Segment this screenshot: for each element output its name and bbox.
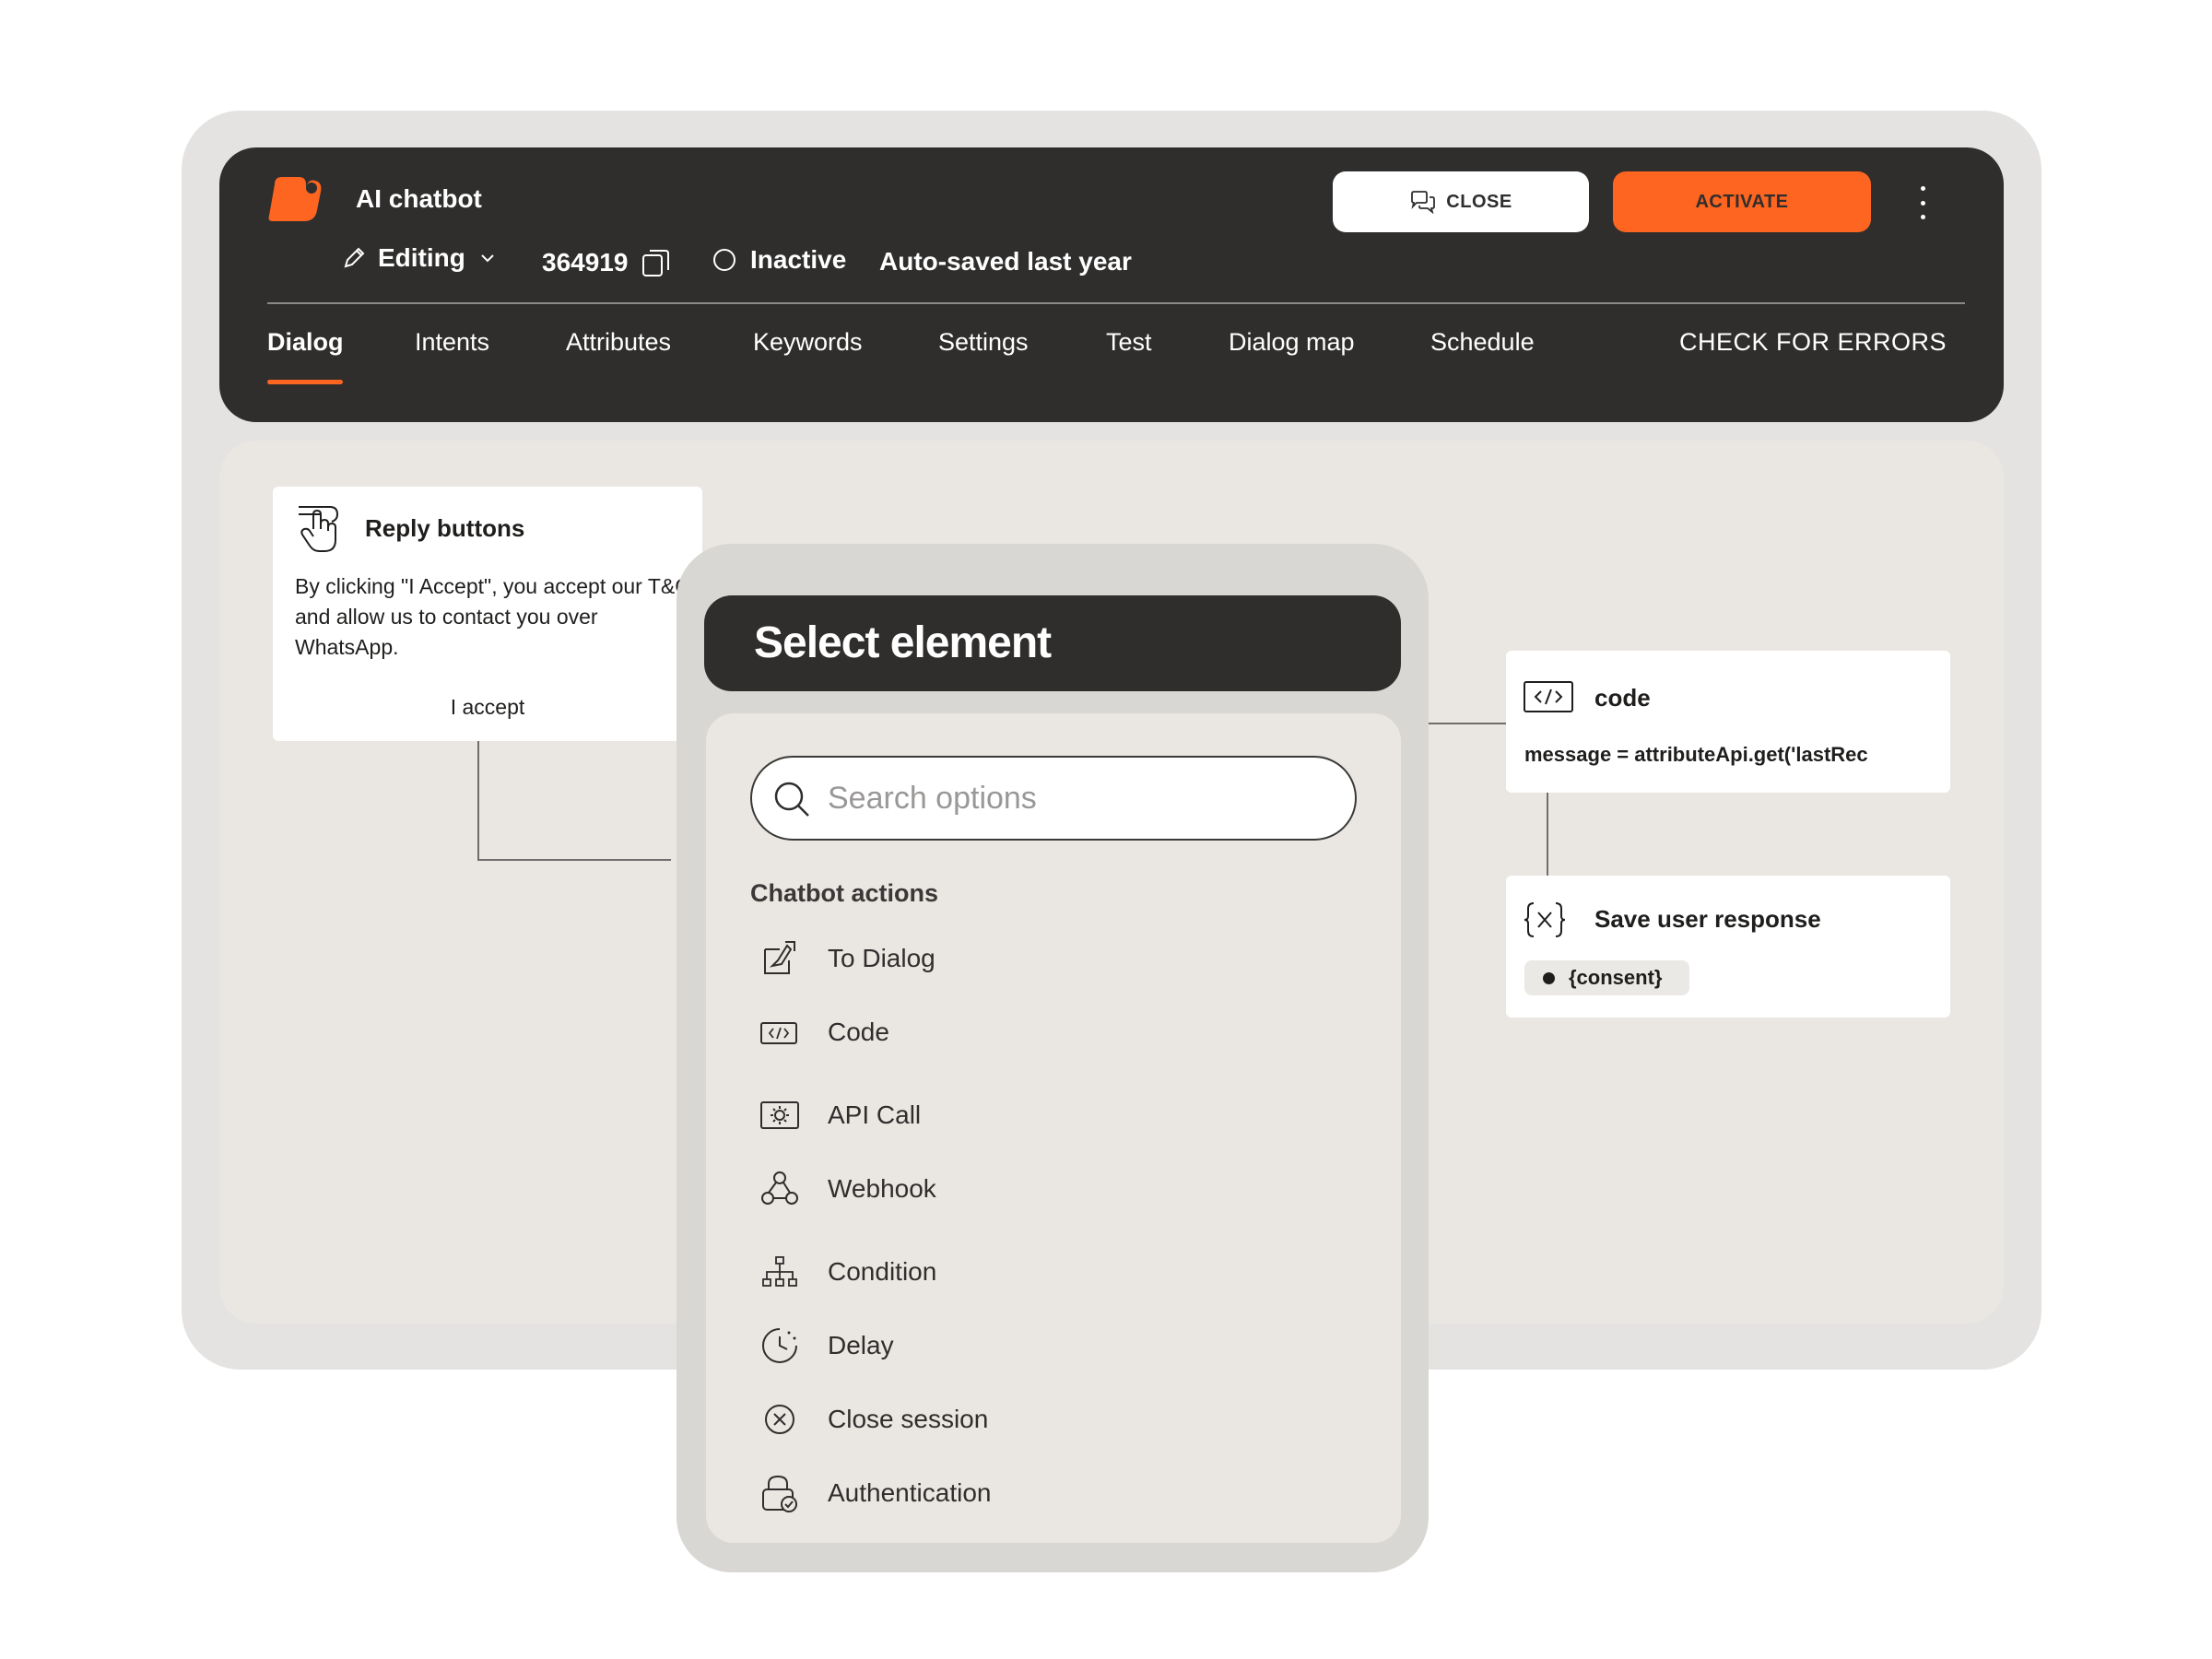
option-label: Code xyxy=(828,1018,889,1046)
option-label: Condition xyxy=(828,1257,937,1286)
bot-id-value: 364919 xyxy=(542,248,629,276)
connector-line xyxy=(1547,793,1548,876)
more-options-icon[interactable] xyxy=(1913,186,1932,219)
connector-line xyxy=(477,741,479,861)
brand-logo-icon xyxy=(268,177,322,221)
tab-intents[interactable]: Intents xyxy=(415,328,489,357)
connector-line xyxy=(1429,723,1506,724)
option-label: Authentication xyxy=(828,1478,992,1507)
code-card-body: message = attributeApi.get('lastRec xyxy=(1524,743,1868,766)
tab-keywords[interactable]: Keywords xyxy=(753,328,863,357)
activate-button[interactable]: ACTIVATE xyxy=(1613,171,1871,232)
code-icon xyxy=(760,1022,797,1044)
autosave-status: Auto-saved last year xyxy=(879,247,1132,276)
option-to-dialog[interactable]: To Dialog xyxy=(750,931,1303,986)
code-icon xyxy=(1524,681,1573,712)
to-dialog-icon xyxy=(764,941,795,974)
option-api-call[interactable]: API Call xyxy=(750,1088,1303,1143)
mode-label: Editing xyxy=(378,243,465,272)
option-condition[interactable]: Condition xyxy=(750,1244,1303,1300)
chat-bubbles-icon xyxy=(1411,191,1436,214)
clock-icon xyxy=(762,1328,797,1363)
option-delay[interactable]: Delay xyxy=(750,1318,1303,1373)
check-for-errors-button[interactable]: CHECK FOR ERRORS xyxy=(1679,328,1947,357)
pencil-icon xyxy=(344,247,365,268)
active-tab-indicator xyxy=(267,380,343,384)
tab-dialog-map[interactable]: Dialog map xyxy=(1229,328,1355,357)
status-indicator: Inactive xyxy=(712,245,846,275)
save-card-title: Save user response xyxy=(1594,905,1821,933)
reply-card-title: Reply buttons xyxy=(365,514,525,542)
lock-check-icon xyxy=(762,1475,797,1512)
copy-icon[interactable] xyxy=(641,247,672,278)
tab-attributes[interactable]: Attributes xyxy=(566,328,671,357)
option-code[interactable]: Code xyxy=(750,1005,1303,1060)
i-accept-button[interactable]: I accept xyxy=(273,695,702,720)
save-user-response-card[interactable]: Save user response {consent} xyxy=(1506,876,1950,1018)
option-webhook[interactable]: Webhook xyxy=(750,1161,1303,1217)
app-title: AI chatbot xyxy=(356,184,482,213)
code-card-title: code xyxy=(1594,684,1651,712)
status-label: Inactive xyxy=(750,245,847,274)
mode-dropdown[interactable]: Editing xyxy=(341,243,499,273)
hierarchy-icon xyxy=(762,1256,797,1287)
tab-test[interactable]: Test xyxy=(1106,328,1152,357)
webhook-icon xyxy=(761,1171,798,1205)
option-label: API Call xyxy=(828,1100,922,1129)
tab-settings[interactable]: Settings xyxy=(938,328,1029,357)
section-label: Chatbot actions xyxy=(750,879,939,907)
option-label: Close session xyxy=(828,1405,989,1433)
reply-buttons-card[interactable]: Reply buttons By clicking "I Accept", yo… xyxy=(273,487,702,741)
option-label: Delay xyxy=(828,1331,894,1359)
tab-dialog[interactable]: Dialog xyxy=(267,328,344,357)
close-circle-icon xyxy=(765,1405,794,1434)
search-input[interactable] xyxy=(828,774,1325,822)
connector-line xyxy=(477,859,671,861)
code-card[interactable]: code message = attributeApi.get('lastRec xyxy=(1506,651,1950,793)
panel-title: Select element xyxy=(704,595,1401,691)
panel-body: Chatbot actions To Dialog Code API Call … xyxy=(706,713,1401,1543)
activate-button-label: ACTIVATE xyxy=(1695,191,1789,212)
attribute-badge: {consent} xyxy=(1524,960,1690,995)
bot-id: 364919 xyxy=(542,247,672,278)
api-gear-icon xyxy=(760,1101,799,1129)
close-button[interactable]: CLOSE xyxy=(1333,171,1589,232)
tab-schedule[interactable]: Schedule xyxy=(1430,328,1535,357)
search-box[interactable] xyxy=(750,756,1357,841)
option-close-session[interactable]: Close session xyxy=(750,1392,1303,1447)
tap-hand-icon xyxy=(299,506,339,552)
option-label: Webhook xyxy=(828,1174,936,1203)
reply-card-body: By clicking "I Accept", you accept our T… xyxy=(295,574,690,659)
variable-icon xyxy=(1524,902,1566,937)
status-circle-icon xyxy=(713,249,735,271)
option-authentication[interactable]: Authentication xyxy=(750,1465,1303,1521)
search-icon xyxy=(774,782,809,817)
chevron-down-icon xyxy=(481,254,494,263)
header-divider xyxy=(267,302,1965,304)
close-button-label: CLOSE xyxy=(1446,191,1512,212)
app-header: AI chatbot Editing 364919 Inactive Auto-… xyxy=(219,147,2004,422)
option-label: To Dialog xyxy=(828,944,935,972)
